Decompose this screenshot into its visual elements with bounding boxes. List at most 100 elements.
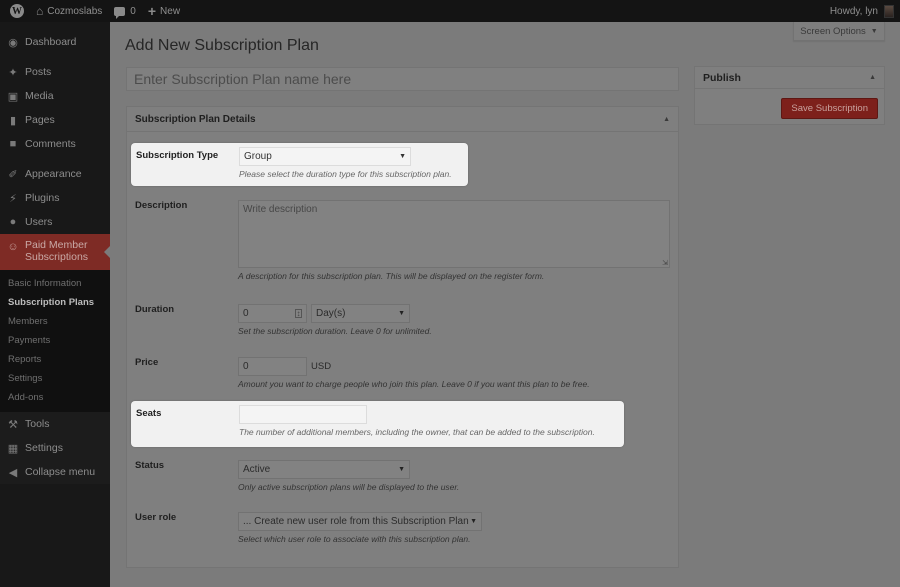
subscription-type-row: Subscription Type Group ▼ Please select …	[131, 143, 468, 186]
subscription-type-help: Please select the duration type for this…	[239, 169, 452, 179]
resize-grip-icon[interactable]: ⇲	[662, 259, 668, 267]
subscription-type-value: Group	[244, 151, 272, 162]
seats-label: Seats	[136, 408, 162, 419]
duration-label: Duration	[135, 304, 175, 315]
save-subscription-button[interactable]: Save Subscription	[781, 98, 878, 119]
page-title: Add New Subscription Plan	[125, 37, 319, 54]
user-role-label: User role	[135, 512, 177, 523]
sidebar-item-label: Appearance	[25, 168, 82, 180]
submenu-payments[interactable]: Payments	[0, 331, 110, 350]
dropdown-arrow-icon: ▼	[470, 518, 477, 525]
dropdown-arrow-icon: ▼	[398, 310, 405, 317]
comment-icon: ■	[9, 138, 17, 150]
currency-label: USD	[311, 361, 332, 372]
sidebar-item-comments[interactable]: ■ Comments	[0, 132, 110, 156]
description-textarea[interactable]: Write description ⇲	[238, 200, 670, 268]
user-role-select[interactable]: ... Create new user role from this Subsc…	[238, 512, 482, 531]
seats-input[interactable]	[239, 405, 367, 424]
duration-value: 0	[243, 308, 249, 319]
sidebar-item-label: Users	[25, 216, 53, 228]
sidebar-item-plugins[interactable]: ⚡ Plugins	[0, 186, 110, 210]
sidebar-item-appearance[interactable]: ✐ Appearance	[0, 162, 110, 186]
sidebar-item-label: Collapse menu	[25, 466, 96, 478]
sidebar-item-label: Tools	[25, 418, 50, 430]
duration-help: Set the subscription duration. Leave 0 f…	[238, 326, 432, 336]
greeting: Howdy, lyn	[829, 5, 878, 17]
pin-icon: ✦	[8, 66, 18, 79]
avatar	[884, 4, 894, 18]
description-help: A description for this subscription plan…	[238, 271, 545, 281]
sidebar-item-media[interactable]: ▣ Media	[0, 84, 110, 108]
publish-title: Publish	[703, 71, 741, 84]
submenu-basic-information[interactable]: Basic Information	[0, 274, 110, 293]
plan-name-input[interactable]: Enter Subscription Plan name here	[126, 67, 679, 91]
price-label: Price	[135, 357, 159, 368]
wp-logo-button[interactable]: W	[0, 0, 30, 22]
sidebar-item-label: Plugins	[25, 192, 60, 204]
sidebar-item-tools[interactable]: ⚒ Tools	[0, 412, 110, 436]
duration-input[interactable]: 0 ↕	[238, 304, 307, 323]
collapse-arrow-icon[interactable]: ▲	[869, 74, 876, 81]
sidebar-item-pages[interactable]: ▮ Pages	[0, 108, 110, 132]
status-select[interactable]: Active ▼	[238, 460, 410, 479]
sidebar-item-label: Paid Member Subscriptions	[25, 239, 89, 263]
screen-options-button[interactable]: Screen Options ▼	[793, 22, 885, 41]
subscription-type-select[interactable]: Group ▼	[239, 147, 411, 166]
sidebar-item-label: Settings	[25, 442, 63, 454]
submenu-subscription-plans[interactable]: Subscription Plans	[0, 293, 110, 312]
sidebar-item-label: Pages	[25, 114, 55, 126]
comments-link[interactable]: 0	[108, 0, 142, 22]
sidebar-item-label: Posts	[25, 66, 52, 78]
sidebar-item-label: Dashboard	[25, 36, 77, 48]
account-menu[interactable]: Howdy, lyn	[829, 4, 900, 18]
seats-help: The number of additional members, includ…	[239, 427, 595, 437]
sidebar-item-paid-member-subscriptions[interactable]: ☺ Paid Member Subscriptions	[0, 234, 110, 270]
dropdown-arrow-icon: ▼	[398, 466, 405, 473]
status-label: Status	[135, 460, 165, 471]
sidebar-item-users[interactable]: ● Users	[0, 210, 110, 234]
sidebar-item-label: Comments	[25, 138, 76, 150]
brush-icon: ✐	[8, 168, 18, 181]
collapse-menu-button[interactable]: ◀ Collapse menu	[0, 460, 110, 484]
plugin-icon: ⚡	[9, 192, 17, 205]
comment-bubble-icon	[114, 6, 126, 19]
status-value: Active	[243, 464, 271, 475]
details-title: Subscription Plan Details	[135, 113, 256, 125]
publish-header[interactable]: Publish ▲	[695, 67, 884, 89]
user-icon: ●	[9, 216, 17, 228]
pages-icon: ▮	[9, 114, 17, 127]
wrench-icon: ⚒	[8, 418, 18, 431]
home-icon: ⌂	[36, 4, 44, 18]
site-name-link[interactable]: ⌂ Cozmoslabs	[30, 0, 108, 22]
new-label: New	[160, 5, 181, 17]
main-content: Screen Options ▼ Add New Subscription Pl…	[110, 22, 900, 587]
duration-unit-select[interactable]: Day(s) ▼	[311, 304, 410, 323]
subscription-type-label: Subscription Type	[136, 150, 219, 161]
price-input[interactable]: 0	[238, 357, 307, 376]
submenu-reports[interactable]: Reports	[0, 350, 110, 369]
sidebar-lower: ⚒ Tools ▦ Settings ◀ Collapse menu	[0, 412, 110, 484]
submenu-add-ons[interactable]: Add-ons	[0, 388, 110, 407]
submenu-settings[interactable]: Settings	[0, 369, 110, 388]
collapse-arrow-icon[interactable]: ▲	[663, 116, 670, 123]
user-role-value: ... Create new user role from this Subsc…	[243, 516, 469, 527]
sidebar-item-dashboard[interactable]: ◉ Dashboard	[0, 30, 110, 54]
site-name: Cozmoslabs	[47, 5, 103, 17]
user-role-help: Select which user role to associate with…	[238, 534, 471, 544]
sidebar-item-settings[interactable]: ▦ Settings	[0, 436, 110, 460]
sidebar-item-label: Media	[25, 90, 54, 102]
collapse-icon: ◀	[8, 466, 18, 479]
screen-options-label: Screen Options	[800, 25, 866, 37]
publish-box: Publish ▲ Save Subscription	[694, 66, 885, 125]
new-content-link[interactable]: + New	[142, 0, 186, 22]
plus-icon: +	[147, 3, 157, 19]
submenu-members[interactable]: Members	[0, 312, 110, 331]
details-header[interactable]: Subscription Plan Details ▲	[127, 107, 678, 132]
sidebar-item-posts[interactable]: ✦ Posts	[0, 60, 110, 84]
dashboard-icon: ◉	[8, 36, 18, 49]
description-placeholder: Write description	[243, 204, 318, 215]
member-icon: ☺	[7, 241, 19, 253]
price-help: Amount you want to charge people who joi…	[238, 379, 590, 389]
settings-icon: ▦	[7, 442, 19, 455]
spinner-icon[interactable]: ↕	[295, 309, 302, 318]
